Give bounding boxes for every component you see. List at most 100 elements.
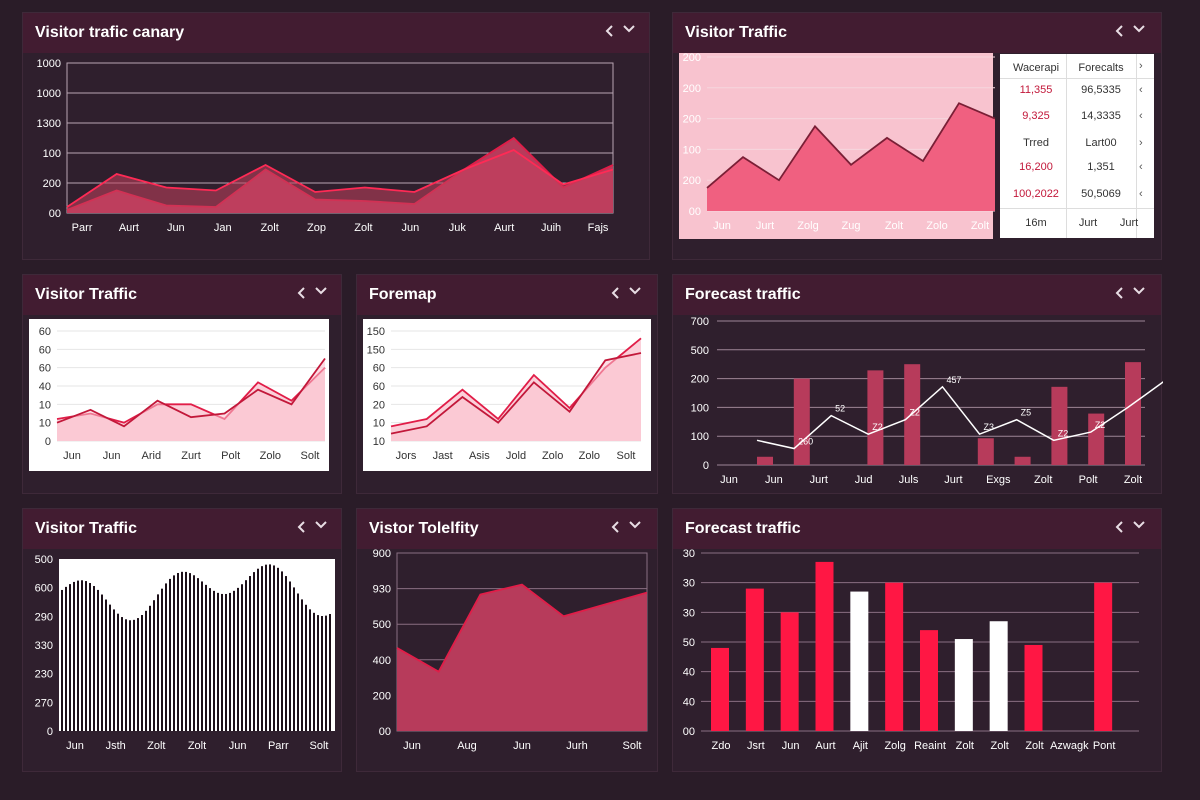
y-tick-label: 50 <box>683 637 695 649</box>
panel-visitor-traffic-bars: Visitor Traffic 500 600 290 330 230 270 0 Jun Js… <box>22 508 342 772</box>
x-tick-label: Jurh <box>566 740 587 752</box>
panel-visitor-traffic-small: Visitor Traffic 60 60 60 40 10 10 0 Jun Jun Arid Z… <box>22 274 342 494</box>
bar <box>305 604 307 731</box>
chevron-left-icon[interactable]: ‹ <box>1139 188 1143 200</box>
x-tick-label: Jun <box>782 740 800 752</box>
x-tick-label: Jun <box>401 222 419 234</box>
table-cell: 96,5335 <box>1081 84 1121 96</box>
chart-6: 500 600 290 330 230 270 0 Jun Jsth Zolt Zolt Jun Par… <box>35 554 335 752</box>
bar <box>101 594 103 731</box>
y-tick-label: 0 <box>45 436 51 448</box>
x-tick-label: Zop <box>307 222 326 234</box>
x-tick-label: Solt <box>623 740 642 752</box>
bar <box>1051 386 1068 465</box>
bar <box>289 581 291 731</box>
bar <box>77 580 79 731</box>
y-tick-label: 30 <box>683 578 695 590</box>
y-tick-label: 700 <box>691 316 709 328</box>
x-tick-label: Jun <box>63 450 81 462</box>
chevron-left-icon[interactable]: ‹ <box>1139 161 1143 173</box>
table-header: Forecalts <box>1078 62 1124 74</box>
chevron-right-icon[interactable]: › <box>1139 60 1143 72</box>
y-tick-label: 200 <box>43 178 61 190</box>
annotation: 260 <box>798 437 813 447</box>
bar <box>233 590 235 731</box>
y-tick-label: 1300 <box>37 118 61 130</box>
x-tick-label: Jast <box>433 450 453 462</box>
x-tick-label: Zolt <box>1034 474 1052 486</box>
x-tick-label: Jurt <box>810 474 828 486</box>
y-tick-label: 200 <box>683 175 701 187</box>
x-tick-label: Zolt <box>956 740 974 752</box>
x-tick-label: Zolt <box>990 740 1008 752</box>
bar <box>293 587 295 731</box>
y-tick-label: 00 <box>689 206 701 218</box>
bar <box>117 613 119 731</box>
bar <box>149 605 151 731</box>
bar <box>189 573 191 731</box>
x-tick-label: Juih <box>541 222 561 234</box>
x-tick-label: Zolt <box>147 740 165 752</box>
x-tick-label: Aurt <box>815 740 835 752</box>
bar <box>317 615 319 731</box>
annotation: Z2 <box>872 422 883 432</box>
bar <box>97 589 99 731</box>
bar <box>173 575 175 731</box>
x-tick-label: Zdo <box>712 740 731 752</box>
x-tick-label: Zolo <box>542 450 563 462</box>
bar <box>193 575 195 731</box>
table-cell: Lart00 <box>1085 137 1117 149</box>
annotation: Z2 <box>909 408 920 418</box>
x-tick-label: Zolt <box>1124 474 1142 486</box>
x-tick-label: Zug <box>842 220 861 232</box>
x-tick-label: Ajit <box>853 740 868 752</box>
y-tick-label: 10 <box>39 418 51 430</box>
chart-1: 1000 1000 1300 100 200 00 Parr Aurt Jun Jan Zolt Zo… <box>37 58 614 234</box>
bar <box>815 561 834 731</box>
bar <box>89 583 91 731</box>
table-cell: Trred <box>1023 137 1049 149</box>
y-tick-label: 500 <box>373 619 391 631</box>
y-tick-label: 200 <box>691 374 709 386</box>
y-tick-label: 00 <box>379 726 391 738</box>
y-tick-label: 290 <box>35 611 53 623</box>
x-tick-label: Aurt <box>494 222 514 234</box>
annotation: Z2 <box>1095 420 1106 430</box>
y-tick-label: 10 <box>39 399 51 411</box>
bar <box>121 617 123 731</box>
x-tick-label: Jun <box>229 740 247 752</box>
x-tick-label: Jun <box>713 220 731 232</box>
bar <box>277 567 279 731</box>
y-tick-label: 500 <box>35 554 53 566</box>
chart-5: 700 500 200 100 100 0 Jun Jun Jurt Jud Juls Jurt Exg… <box>691 316 1163 486</box>
chevron-left-icon[interactable]: ‹ <box>1139 84 1143 96</box>
bar <box>793 378 810 465</box>
bar <box>249 576 251 731</box>
bar <box>257 568 259 731</box>
bar <box>1094 582 1113 731</box>
x-tick-label: Zolo <box>579 450 600 462</box>
bar <box>711 647 729 731</box>
bar <box>109 604 111 731</box>
y-tick-label: 1000 <box>37 58 61 70</box>
bar <box>125 619 127 731</box>
x-tick-label: Jud <box>855 474 873 486</box>
chevron-right-icon[interactable]: › <box>1139 137 1143 149</box>
x-tick-label: Jun <box>167 222 185 234</box>
x-tick-label: Zolt <box>971 220 989 232</box>
bar <box>113 609 115 731</box>
x-tick-label: Jurt <box>944 474 962 486</box>
panel-foremap: Foremap 150 150 60 60 20 10 10 Jors Jast Asis Jold… <box>356 274 658 494</box>
bar <box>169 578 171 731</box>
y-tick-label: 330 <box>35 640 53 652</box>
bar <box>989 621 1008 731</box>
x-tick-label: Zolo <box>926 220 947 232</box>
bar <box>269 564 271 731</box>
annotation: 457 <box>946 375 961 385</box>
y-tick-label: 150 <box>367 326 385 338</box>
chevron-left-icon[interactable]: ‹ <box>1139 110 1143 122</box>
table-cell: 11,355 <box>1019 84 1053 96</box>
x-tick-label: Asis <box>469 450 490 462</box>
y-tick-label: 150 <box>367 344 385 356</box>
bar <box>165 583 167 731</box>
